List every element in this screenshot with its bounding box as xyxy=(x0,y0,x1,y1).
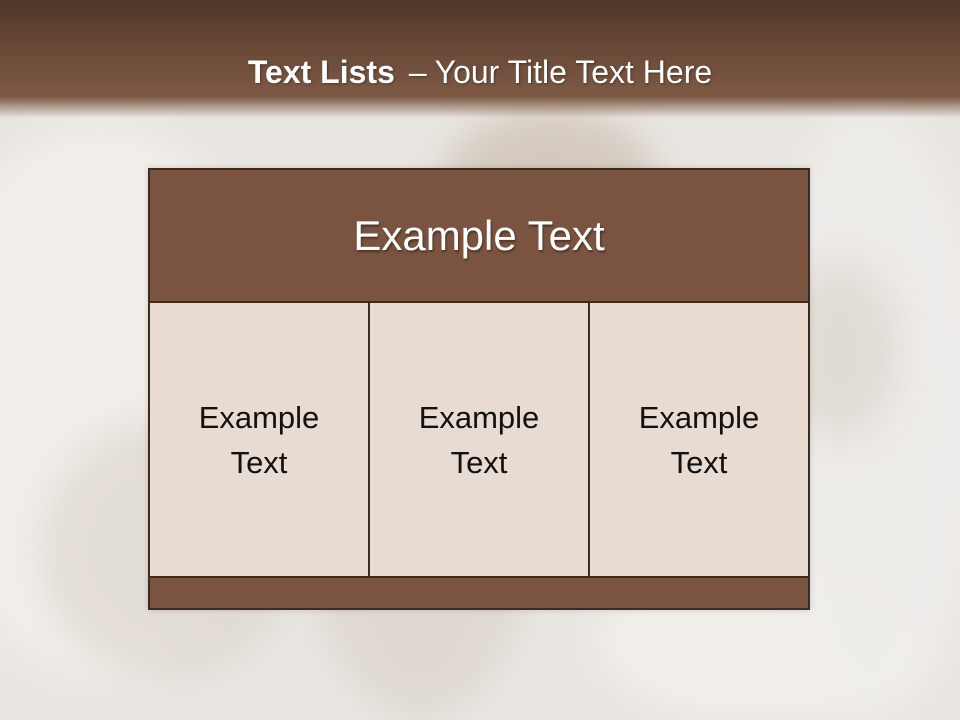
diagram-header[interactable]: Example Text xyxy=(150,170,808,301)
slide-title[interactable]: Text Lists – Your Title Text Here xyxy=(0,54,960,91)
diagram-cell-3[interactable]: Example Text xyxy=(588,303,808,576)
diagram-cell-2[interactable]: Example Text xyxy=(368,303,588,576)
title-bold: Text Lists xyxy=(247,54,395,90)
diagram-cell-1[interactable]: Example Text xyxy=(150,303,368,576)
diagram-cells: Example Text Example Text Example Text xyxy=(150,301,808,578)
title-dash: – xyxy=(408,54,427,90)
title-rest: Your Title Text Here xyxy=(434,54,713,90)
text-list-diagram: Example Text Example Text Example Text E… xyxy=(148,168,810,610)
diagram-footer-bar xyxy=(150,578,808,608)
